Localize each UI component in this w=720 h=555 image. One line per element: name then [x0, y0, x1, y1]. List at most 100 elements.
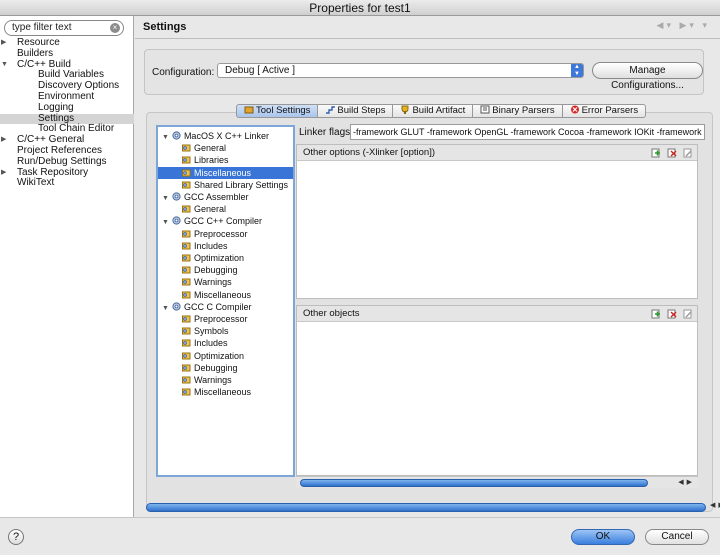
- collapsed-triangle-icon[interactable]: ▶: [1, 38, 9, 49]
- sidebar-item-logging[interactable]: Logging: [0, 102, 134, 114]
- tree-category-preprocessor[interactable]: Preprocessor: [158, 228, 293, 240]
- tree-category-miscellaneous[interactable]: Miscellaneous: [158, 289, 293, 301]
- collapsed-triangle-icon[interactable]: ▶: [1, 135, 9, 146]
- other-options-header: Other options (-Xlinker [option]): [297, 145, 697, 161]
- error-parsers-icon: [570, 105, 580, 114]
- option-category-icon: [182, 351, 191, 360]
- linker-flags-label: Linker flags: [299, 127, 351, 138]
- tab-tool-settings[interactable]: Tool Settings: [236, 104, 319, 118]
- cancel-button[interactable]: Cancel: [645, 529, 709, 545]
- tree-category-symbols[interactable]: Symbols: [158, 325, 293, 337]
- other-objects-panel: Other objects: [296, 305, 698, 476]
- scrollbar-thumb[interactable]: [300, 479, 648, 487]
- tree-item-label: Miscellaneous: [194, 167, 252, 178]
- delete-icon[interactable]: [667, 309, 677, 319]
- option-category-icon: [182, 253, 191, 262]
- tool-gear-icon: [172, 192, 181, 201]
- settings-tabs: Tool Settings Build Steps Build Artifact Bi…: [236, 104, 647, 119]
- expanded-triangle-icon[interactable]: ▼: [1, 60, 9, 71]
- add-icon[interactable]: [651, 148, 661, 158]
- tree-item-label: GCC C++ Compiler: [183, 216, 262, 227]
- add-icon[interactable]: [651, 309, 661, 319]
- sidebar-item-label: WikiText: [17, 177, 55, 189]
- clear-filter-icon[interactable]: ×: [110, 23, 120, 33]
- tree-item-label: Miscellaneous: [194, 387, 252, 398]
- delete-icon[interactable]: [667, 148, 677, 158]
- edit-icon[interactable]: [683, 309, 693, 319]
- tree-item-label: Warnings: [194, 375, 232, 385]
- select-arrows-icon: ▲ ▼: [571, 64, 583, 77]
- scroll-arrows-icon[interactable]: ◀▶: [678, 477, 695, 489]
- tree-category-general[interactable]: General: [158, 142, 293, 154]
- build-artifact-icon: [400, 105, 410, 114]
- tree-category-optimization[interactable]: Optimization: [158, 350, 293, 362]
- option-category-icon: [182, 314, 191, 323]
- tree-category-includes[interactable]: Includes: [158, 240, 293, 252]
- tab-binary-parsers[interactable]: Binary Parsers: [473, 104, 563, 118]
- other-options-list[interactable]: [297, 161, 697, 298]
- configuration-select[interactable]: Debug [ Active ] ▲ ▼: [217, 63, 584, 78]
- linker-flags-input[interactable]: -framework GLUT -framework OpenGL -frame…: [350, 124, 705, 140]
- property-page-list: ▶ Resource Builders ▼ C/C++ Build Build Varia…: [0, 37, 134, 189]
- view-menu-icon[interactable]: ▾: [702, 20, 710, 30]
- option-category-icon: [182, 277, 191, 286]
- main-horizontal-scrollbar[interactable]: [146, 503, 706, 512]
- tree-item-label: General: [194, 204, 227, 215]
- option-category-icon: [182, 204, 191, 213]
- expanded-triangle-icon[interactable]: ▼: [162, 134, 169, 141]
- tree-category-miscellaneous[interactable]: Miscellaneous: [158, 386, 293, 398]
- tree-category-warnings[interactable]: Warnings: [158, 276, 293, 288]
- other-objects-list[interactable]: [297, 322, 697, 475]
- collapsed-triangle-icon[interactable]: ▶: [1, 168, 9, 179]
- sidebar-item-run-debug-settings[interactable]: Run/Debug Settings: [0, 156, 134, 168]
- tool-tree: ▼ MacOS X C++ Linker General Libraries Misce…: [156, 125, 295, 477]
- tree-item-label: Optimization: [194, 253, 245, 263]
- tree-item-label: Libraries: [194, 155, 229, 166]
- scroll-arrows-icon[interactable]: ◀▶: [710, 501, 720, 509]
- tree-category-includes[interactable]: Includes: [158, 337, 293, 349]
- tree-category-shared-library-settings[interactable]: Shared Library Settings: [158, 179, 293, 191]
- tree-category-miscellaneous[interactable]: Miscellaneous: [158, 166, 293, 179]
- forward-arrow-icon[interactable]: ▶▾: [680, 20, 697, 30]
- tree-category-preprocessor[interactable]: Preprocessor: [158, 313, 293, 325]
- help-button[interactable]: ?: [8, 529, 24, 545]
- expanded-triangle-icon[interactable]: ▼: [162, 219, 169, 226]
- sidebar-item-label: Builders: [17, 47, 54, 59]
- tab-error-parsers[interactable]: Error Parsers: [562, 104, 647, 118]
- edit-icon[interactable]: [683, 148, 693, 158]
- tree-item-label: General: [194, 143, 227, 154]
- option-category-icon: [182, 387, 191, 396]
- option-category-icon: [182, 290, 191, 299]
- filter-input[interactable]: type filter text ×: [4, 20, 124, 36]
- option-category-icon: [182, 168, 191, 177]
- sidebar-item-builders[interactable]: Builders: [0, 47, 134, 60]
- tree-item-label: MacOS X C++ Linker: [183, 131, 269, 141]
- window-title-bar: Properties for test1: [0, 0, 720, 16]
- tool-settings-icon: [244, 105, 254, 114]
- tree-category-optimization[interactable]: Optimization: [158, 252, 293, 264]
- back-arrow-icon[interactable]: ◀▾: [657, 20, 674, 30]
- tree-tool-gcc-c-compiler[interactable]: ▼ GCC C++ Compiler: [162, 215, 293, 227]
- tree-category-general[interactable]: General: [158, 203, 293, 215]
- expanded-triangle-icon[interactable]: ▼: [162, 195, 169, 202]
- tree-item-label: GCC C Compiler: [183, 301, 252, 312]
- tab-build-steps[interactable]: Build Steps: [318, 104, 394, 118]
- tree-category-libraries[interactable]: Libraries: [158, 154, 293, 166]
- tree-category-warnings[interactable]: Warnings: [158, 374, 293, 386]
- right-panel-horizontal-scrollbar[interactable]: ◀▶: [296, 476, 698, 488]
- tree-category-debugging[interactable]: Debugging: [158, 264, 293, 276]
- tree-category-debugging[interactable]: Debugging: [158, 362, 293, 374]
- configuration-group: Configuration: Debug [ Active ] ▲ ▼ Manag…: [144, 49, 704, 95]
- tree-tool-macos-x-c-linker[interactable]: ▼ MacOS X C++ Linker: [162, 130, 293, 142]
- expanded-triangle-icon[interactable]: ▼: [162, 305, 169, 312]
- tree-tool-gcc-c-compiler[interactable]: ▼ GCC C Compiler: [162, 301, 293, 313]
- tab-label: Build Artifact: [412, 105, 466, 116]
- tab-build-artifact[interactable]: Build Artifact: [393, 104, 474, 118]
- filter-placeholder: type filter text: [12, 22, 72, 33]
- ok-button[interactable]: OK: [571, 529, 635, 545]
- sidebar-item-wikitext[interactable]: WikiText: [0, 178, 134, 189]
- tree-item-label: Includes: [194, 240, 228, 251]
- manage-configurations-button[interactable]: Manage Configurations...: [592, 62, 703, 91]
- tree-tool-gcc-assembler[interactable]: ▼ GCC Assembler: [162, 191, 293, 203]
- tree-item-label: Includes: [194, 338, 228, 349]
